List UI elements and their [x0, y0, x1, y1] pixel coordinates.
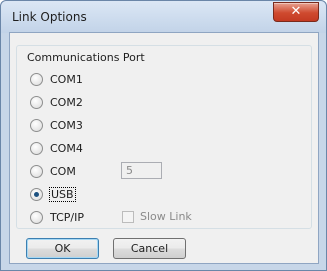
slow-link-checkbox[interactable] — [122, 210, 134, 223]
radio-label: USB — [49, 186, 76, 202]
group-label: Communications Port — [24, 51, 148, 64]
radio-label: COM3 — [50, 118, 83, 132]
radio-label: COM2 — [50, 95, 83, 109]
radio-label: COM4 — [50, 141, 83, 155]
title-bar[interactable]: Link Options ✕ — [1, 1, 326, 33]
radio-button[interactable] — [30, 72, 43, 86]
dialog-window: Link Options ✕ Communications Port COM1 … — [0, 0, 327, 271]
radio-button[interactable] — [30, 164, 43, 178]
radio-button[interactable] — [30, 95, 43, 109]
slow-link-label: Slow Link — [140, 210, 192, 223]
radio-button[interactable] — [30, 141, 43, 155]
radio-label: COM1 — [50, 72, 83, 86]
radio-usb[interactable]: USB — [30, 186, 76, 202]
radio-com[interactable]: COM — [30, 163, 76, 179]
ok-button[interactable]: OK — [26, 238, 99, 259]
radio-tcpip[interactable]: TCP/IP — [30, 209, 84, 225]
radio-button-selected[interactable] — [30, 187, 43, 201]
radio-button[interactable] — [30, 210, 43, 224]
radio-label: TCP/IP — [50, 210, 84, 224]
radio-button[interactable] — [30, 118, 43, 132]
slow-link-option[interactable]: Slow Link — [122, 210, 192, 223]
radio-com3[interactable]: COM3 — [30, 117, 83, 133]
radio-com2[interactable]: COM2 — [30, 94, 83, 110]
radio-com1[interactable]: COM1 — [30, 71, 83, 87]
window-title: Link Options — [12, 10, 87, 24]
radio-com4[interactable]: COM4 — [30, 140, 83, 156]
com-number-field[interactable]: 5 — [121, 162, 162, 179]
radio-label: COM — [50, 164, 76, 178]
close-button[interactable]: ✕ — [273, 2, 319, 22]
dialog-client-area: Communications Port COM1 COM2 COM3 COM4 … — [9, 32, 319, 264]
cancel-button[interactable]: Cancel — [113, 238, 186, 259]
close-icon: ✕ — [290, 4, 302, 19]
